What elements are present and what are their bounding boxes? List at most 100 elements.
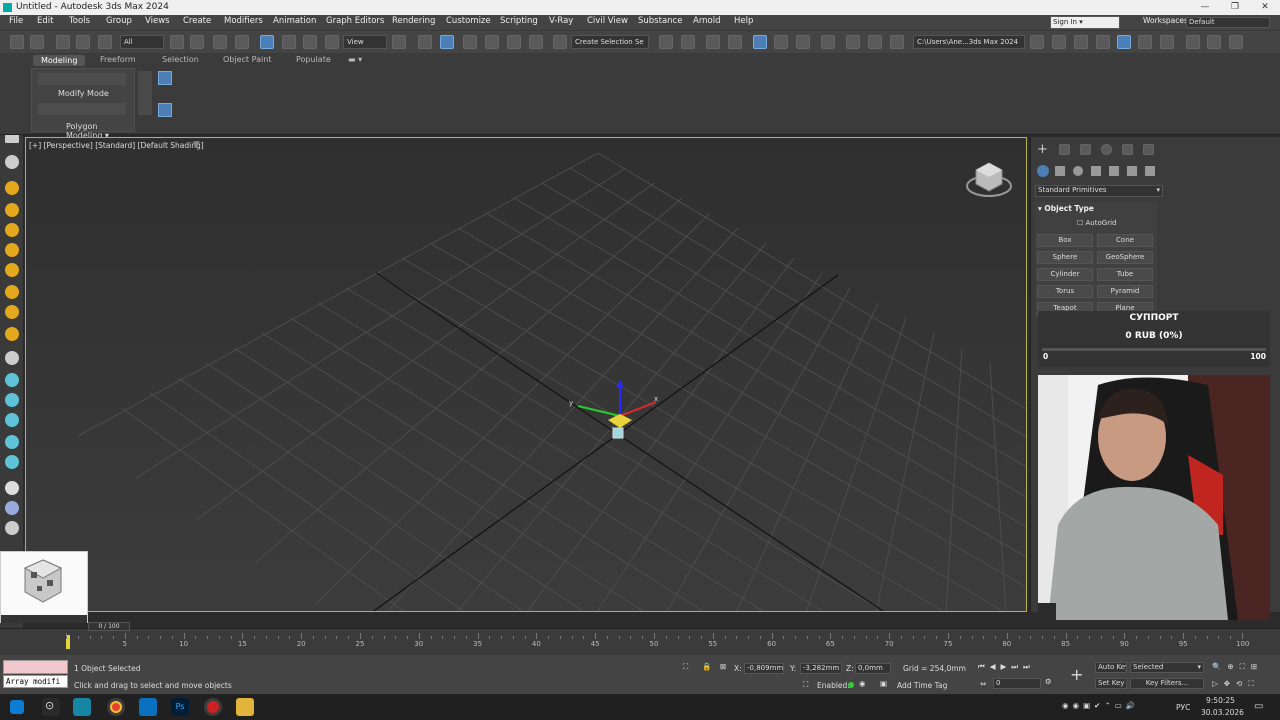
y-coordinate-field[interactable]: -3,282mm (800, 663, 842, 674)
time-tag-icon[interactable]: ⛶ (803, 680, 808, 690)
particle-icon[interactable] (5, 413, 19, 427)
link-icon[interactable] (56, 35, 70, 49)
modify-tab-icon[interactable] (1059, 144, 1070, 155)
menu-civil-view[interactable]: Civil View (587, 16, 628, 26)
tube-button[interactable]: Tube (1097, 268, 1153, 281)
align-icon[interactable] (681, 35, 695, 49)
layer-explorer-icon[interactable] (728, 35, 742, 49)
menu-animation[interactable]: Animation (273, 16, 316, 26)
space-warps-icon[interactable] (1127, 166, 1137, 176)
open-explorer-icon[interactable] (1030, 35, 1044, 49)
cylinder-button[interactable]: Cylinder (1037, 268, 1093, 281)
snaps-toggle-icon[interactable] (463, 35, 477, 49)
pivot-center-icon[interactable] (392, 35, 406, 49)
close-button[interactable]: ✕ (1250, 0, 1280, 15)
particle-flow-icon[interactable] (5, 501, 19, 515)
sign-in-dropdown[interactable]: Sign In ▾ (1050, 16, 1120, 29)
folder-taskbar-icon[interactable] (236, 698, 254, 716)
shapes-icon[interactable] (1055, 166, 1065, 176)
viewport-nav-controls-top[interactable]: 🔍⊕⛶⊞ (1212, 662, 1263, 672)
motion-tab-icon[interactable] (1101, 144, 1112, 155)
teapot-icon[interactable] (5, 373, 19, 387)
schematic-view-icon[interactable] (796, 35, 810, 49)
cone-button[interactable]: Cone (1097, 234, 1153, 247)
task-view-icon[interactable]: ⊙ (42, 698, 60, 716)
scripting-listener-icon[interactable] (1186, 35, 1200, 49)
minimize-button[interactable]: — (1190, 0, 1220, 15)
paint-icon[interactable] (5, 181, 19, 195)
menu-scripting[interactable]: Scripting (500, 16, 538, 26)
tab-populate[interactable]: Populate (296, 55, 331, 64)
lights-icon[interactable] (1073, 166, 1083, 176)
menu-arnold[interactable]: Arnold (693, 16, 721, 26)
helper-icon[interactable] (5, 285, 19, 299)
rectangular-selection-icon[interactable] (213, 35, 227, 49)
menu-vray[interactable]: V-Ray (549, 16, 573, 26)
window-crossing-icon[interactable] (235, 35, 249, 49)
curve-editor-icon[interactable] (774, 35, 788, 49)
menu-edit[interactable]: Edit (37, 16, 53, 26)
viewcube[interactable] (964, 158, 1014, 203)
material-editor-icon[interactable] (821, 35, 835, 49)
thumbnail-scrubber[interactable] (1, 615, 87, 623)
select-by-name-icon[interactable] (190, 35, 204, 49)
clock-time[interactable]: 9:50:25 (1206, 696, 1235, 705)
select-object-icon[interactable] (170, 35, 184, 49)
clock-date[interactable]: 30.03.2026 (1201, 708, 1244, 717)
helpers-icon[interactable] (1109, 166, 1119, 176)
language-indicator[interactable]: РУС (1176, 703, 1190, 712)
spinner-snap-icon[interactable] (529, 35, 543, 49)
3dsmax-taskbar-icon[interactable] (73, 698, 91, 716)
bind-space-warp-icon[interactable] (98, 35, 112, 49)
render-setup-icon[interactable] (846, 35, 860, 49)
playback-controls[interactable]: ⏮◀▶⏭⏭ (978, 662, 1035, 672)
tab-object-paint[interactable]: Object Paint (223, 55, 271, 64)
explorer-taskbar-icon[interactable] (139, 698, 157, 716)
sphere-icon[interactable] (5, 223, 19, 237)
geosphere-button[interactable]: GeoSphere (1097, 251, 1153, 264)
rendered-frame-window-icon[interactable] (868, 35, 882, 49)
add-time-tag-icon[interactable]: ▣ (880, 679, 887, 688)
menu-substance[interactable]: Substance (638, 16, 682, 26)
object-thumbnail[interactable] (0, 551, 88, 623)
help-icon[interactable] (1229, 35, 1243, 49)
absolute-mode-icon[interactable]: ⊠ (720, 662, 726, 671)
command-panel-toggle-icon[interactable] (1207, 35, 1221, 49)
auto-key-button[interactable]: Auto Key (1095, 662, 1127, 673)
percent-snap-icon[interactable] (507, 35, 521, 49)
edge-mode-icon[interactable] (158, 103, 172, 117)
x-coordinate-field[interactable]: -0,809mm (744, 663, 784, 674)
timeline[interactable]: 0 / 100 5 10 15 20 25 30 35 40 45 50 55 60 65 70 75 80 8… (0, 622, 1280, 655)
project-folder-path[interactable]: C:\Users\Ane...3ds Max 2024 (913, 35, 1025, 49)
perspective-viewport[interactable]: [+] [Perspective] [Standard] [Default Sh… (25, 137, 1027, 612)
hand-icon[interactable] (5, 435, 19, 449)
render-icon[interactable] (5, 155, 19, 169)
photoshop-taskbar-icon[interactable]: Ps (171, 698, 189, 716)
angle-snap-icon[interactable] (485, 35, 499, 49)
script-listener-input[interactable]: Array modifi (3, 675, 68, 688)
object-type-title[interactable]: ▾ Object Type (1038, 204, 1094, 213)
ribbon-toggle-icon[interactable] (753, 35, 767, 49)
obs-taskbar-icon[interactable] (204, 698, 222, 716)
select-and-scale-icon[interactable] (303, 35, 317, 49)
light-icon[interactable] (5, 305, 19, 319)
edit-named-selection-icon[interactable] (553, 35, 567, 49)
reference-coordinate-dropdown[interactable]: View (343, 35, 387, 49)
viewport-nav-controls-bottom[interactable]: ▷✥⟲⛶ (1212, 679, 1260, 689)
hierarchy-tab-icon[interactable] (1080, 144, 1091, 155)
set-key-button[interactable]: Set Key (1095, 678, 1127, 689)
enabled-indicator-icon[interactable] (848, 682, 854, 688)
set-keys-icon[interactable]: + (1070, 665, 1083, 684)
vertex-mode-icon[interactable] (158, 71, 172, 85)
vray-render-icon[interactable] (1160, 35, 1174, 49)
shape-icon[interactable] (5, 203, 19, 217)
key-filters-button[interactable]: Key Filters... (1130, 678, 1204, 689)
keyboard-shortcut-override-icon[interactable] (440, 35, 454, 49)
workspace-dropdown[interactable]: Default (1186, 17, 1270, 28)
menu-graph-editors[interactable]: Graph Editors (326, 16, 384, 26)
current-frame-field[interactable]: 0 (993, 678, 1041, 689)
project-icon[interactable] (1074, 35, 1088, 49)
isolate-icon[interactable]: ⛶ (683, 662, 688, 672)
render-production-icon[interactable] (890, 35, 904, 49)
autogrid-checkbox[interactable]: ☐ AutoGrid (1077, 219, 1116, 227)
